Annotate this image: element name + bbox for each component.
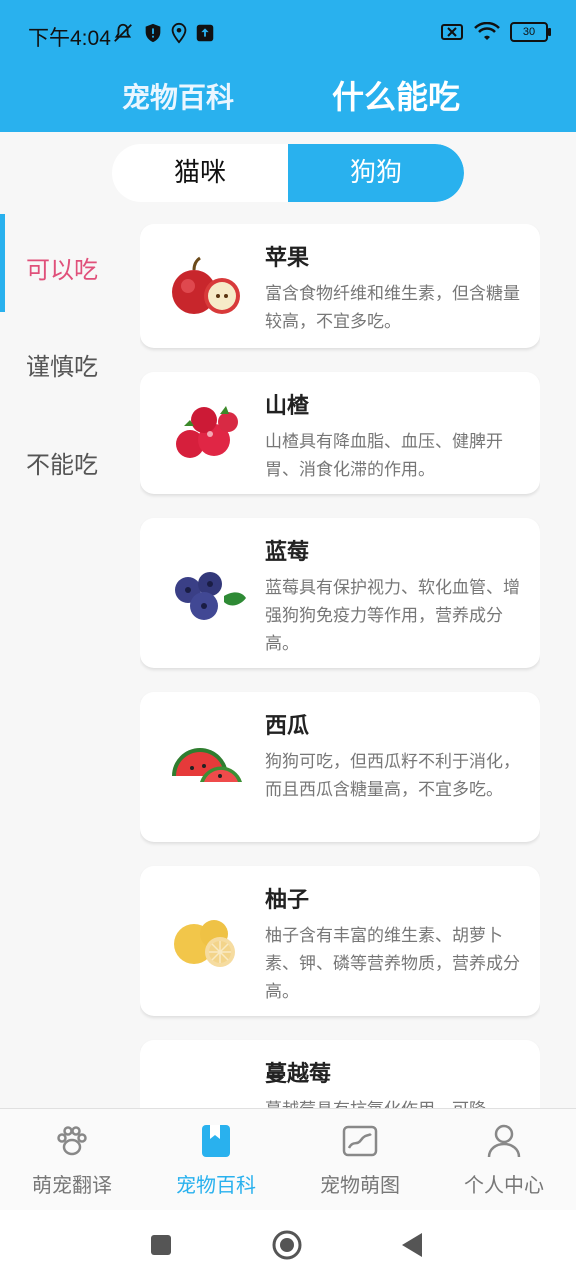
food-list: 苹果 富含食物纤维和维生素，但含糖量较高，不宜多吃。 山楂 山楂具有降血脂、血压… xyxy=(140,224,540,1110)
nav-label: 宠物萌图 xyxy=(320,1173,400,1197)
app-header: 下午4:04 30 宠物百科 什么能吃 xyxy=(0,0,576,132)
food-description: 柚子含有丰富的维生素、胡萝卜素、钾、磷等营养物质，营养成分高。 xyxy=(265,926,520,1002)
food-title: 西瓜 xyxy=(265,714,310,739)
location-icon xyxy=(171,22,187,44)
nav-label: 宠物百科 xyxy=(176,1173,256,1197)
header-tabs: 宠物百科 什么能吃 xyxy=(0,68,576,118)
status-bar: 下午4:04 30 xyxy=(0,0,576,70)
tab-pet-encyclopedia[interactable]: 宠物百科 xyxy=(122,76,234,116)
nav-label: 萌宠翻译 xyxy=(32,1173,112,1197)
wifi-icon xyxy=(474,22,500,40)
nav-pet-pictures[interactable]: 宠物萌图 xyxy=(288,1109,432,1211)
shield-icon xyxy=(145,23,161,43)
cranberry-icon xyxy=(164,1074,248,1110)
bottom-navigation: 萌宠翻译 宠物百科 宠物萌图 个人中心 xyxy=(0,1108,576,1211)
system-navigation xyxy=(0,1210,576,1280)
food-title: 蓝莓 xyxy=(265,540,310,565)
nav-pet-encyclopedia[interactable]: 宠物百科 xyxy=(144,1109,288,1211)
food-description: 山楂具有降血脂、血压、健脾开胃、消食化滞的作用。 xyxy=(265,432,503,480)
status-time: 下午4:04 xyxy=(28,27,111,50)
pet-type-toggle: 猫咪 狗狗 xyxy=(112,144,464,202)
food-title: 苹果 xyxy=(265,246,310,271)
paw-icon xyxy=(57,1126,87,1156)
food-card[interactable]: 山楂 山楂具有降血脂、血压、健脾开胃、消食化滞的作用。 xyxy=(140,372,540,494)
food-title: 山楂 xyxy=(265,394,310,419)
battery-indicator: 30 xyxy=(510,22,551,42)
food-card[interactable]: 西瓜 狗狗可吃，但西瓜籽不利于消化，而且西瓜含糖量高，不宜多吃。 xyxy=(140,692,540,842)
category-cannot-eat[interactable]: 不能吃 xyxy=(26,445,98,480)
watermelon-icon xyxy=(172,748,242,782)
food-description: 蓝莓具有保护视力、软化血管、增强狗狗免疫力等作用，营养成分高。 xyxy=(265,578,520,654)
food-card[interactable]: 蔓越莓 蔓越莓具有抗氧化作用，可降 xyxy=(140,1040,540,1110)
tab-what-can-eat[interactable]: 什么能吃 xyxy=(332,72,460,118)
bookmark-book-icon xyxy=(202,1125,230,1157)
pomelo-icon xyxy=(174,920,235,967)
home-icon[interactable] xyxy=(272,1230,302,1260)
recent-apps-icon[interactable] xyxy=(150,1234,172,1256)
upload-icon xyxy=(196,24,214,42)
category-can-eat[interactable]: 可以吃 xyxy=(26,250,98,285)
apple-icon xyxy=(172,256,240,314)
sim-off-icon xyxy=(441,24,463,40)
food-description: 狗狗可吃，但西瓜籽不利于消化，而且西瓜含糖量高，不宜多吃。 xyxy=(265,752,520,800)
food-title: 蔓越莓 xyxy=(265,1062,332,1087)
nav-label: 个人中心 xyxy=(464,1173,544,1197)
food-card[interactable]: 苹果 富含食物纤维和维生素，但含糖量较高，不宜多吃。 xyxy=(140,224,540,348)
category-eat-carefully[interactable]: 谨慎吃 xyxy=(26,347,98,382)
image-chart-icon xyxy=(342,1125,378,1157)
nav-pet-translate[interactable]: 萌宠翻译 xyxy=(0,1109,144,1211)
blueberry-icon xyxy=(175,572,246,620)
category-sidebar: 可以吃 谨慎吃 不能吃 xyxy=(0,214,130,1114)
category-active-indicator xyxy=(0,214,5,312)
hawthorn-icon xyxy=(176,406,238,458)
user-icon xyxy=(487,1124,521,1158)
food-title: 柚子 xyxy=(265,888,310,913)
segment-dog[interactable]: 狗狗 xyxy=(288,144,464,202)
nav-personal-center[interactable]: 个人中心 xyxy=(432,1109,576,1211)
food-description: 富含食物纤维和维生素，但含糖量较高，不宜多吃。 xyxy=(265,284,520,332)
food-card[interactable]: 蓝莓 蓝莓具有保护视力、软化血管、增强狗狗免疫力等作用，营养成分高。 xyxy=(140,518,540,668)
mute-icon xyxy=(114,23,132,42)
status-right: 30 xyxy=(440,22,551,42)
back-icon[interactable] xyxy=(400,1232,424,1258)
food-card[interactable]: 柚子 柚子含有丰富的维生素、胡萝卜素、钾、磷等营养物质，营养成分高。 xyxy=(140,866,540,1016)
segment-cat[interactable]: 猫咪 xyxy=(112,144,288,202)
